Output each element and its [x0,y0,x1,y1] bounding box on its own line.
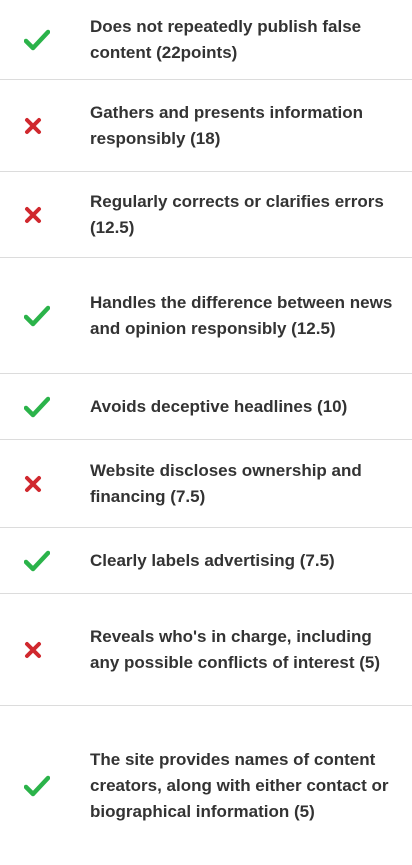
criterion-row: The site provides names of content creat… [0,706,412,865]
criterion-label: Avoids deceptive headlines (10) [90,396,348,416]
criterion-row: Handles the difference between news and … [0,258,412,374]
criterion-label: Handles the difference between news and … [90,292,393,338]
x-icon [0,206,90,224]
check-icon [0,29,90,51]
criterion-label: Regularly corrects or clarifies errors (… [90,191,384,237]
criterion-label: Gathers and presents information respons… [90,102,363,148]
check-icon [0,305,90,327]
x-icon [0,117,90,135]
criterion-label: The site provides names of content creat… [90,749,389,821]
criterion-row: Avoids deceptive headlines (10) [0,374,412,440]
check-icon [0,396,90,418]
x-icon [0,475,90,493]
criterion-row: Does not repeatedly publish false conten… [0,0,412,80]
criterion-row: Gathers and presents information respons… [0,80,412,172]
check-icon [0,775,90,797]
criterion-row: Website discloses ownership and financin… [0,440,412,528]
criterion-row: Clearly labels advertising (7.5) [0,528,412,594]
criterion-label: Website discloses ownership and financin… [90,460,362,506]
criteria-list: Does not repeatedly publish false conten… [0,0,412,865]
x-icon [0,641,90,659]
criterion-row: Reveals who's in charge, including any p… [0,594,412,706]
criterion-label: Clearly labels advertising (7.5) [90,550,335,570]
check-icon [0,550,90,572]
criterion-label: Does not repeatedly publish false conten… [90,16,362,62]
criterion-row: Regularly corrects or clarifies errors (… [0,172,412,258]
criterion-label: Reveals who's in charge, including any p… [90,626,381,672]
